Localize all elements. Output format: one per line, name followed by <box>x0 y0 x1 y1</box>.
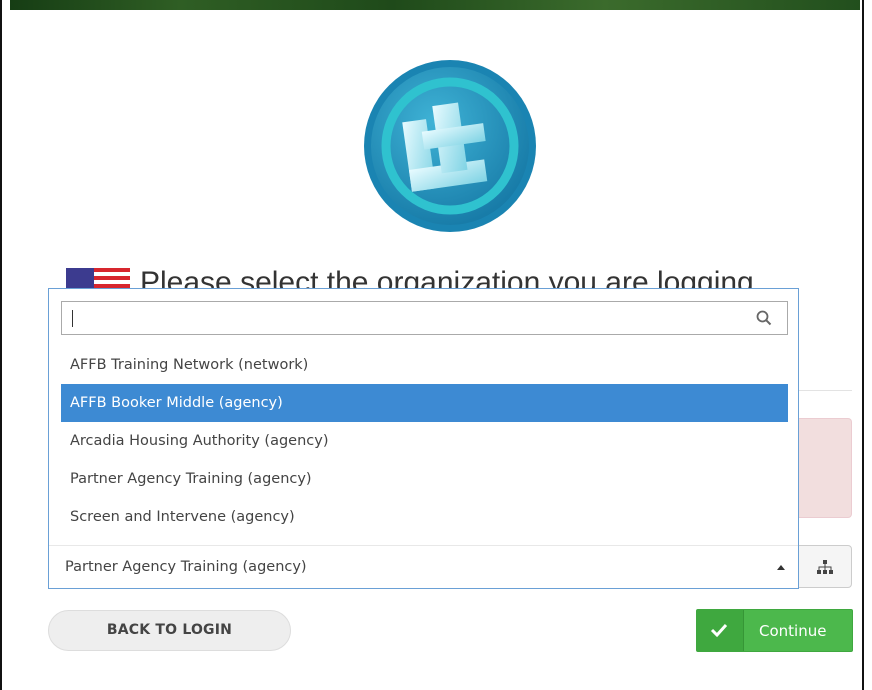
dropdown-option[interactable]: Screen and Intervene (agency) <box>61 498 788 536</box>
selected-organization: Partner Agency Training (agency) <box>65 559 307 575</box>
organization-tree-button[interactable] <box>798 545 852 588</box>
dropdown-options-list: AFFB Training Network (network) AFFB Boo… <box>61 346 788 536</box>
dropdown-option-highlighted[interactable]: AFFB Booker Middle (agency) <box>61 384 788 422</box>
dropdown-option[interactable]: Partner Agency Training (agency) <box>61 460 788 498</box>
dropdown-option[interactable]: AFFB Training Network (network) <box>61 346 788 384</box>
divider <box>798 390 852 391</box>
search-icon <box>756 310 772 326</box>
window-border-left <box>0 0 2 690</box>
alert-panel <box>798 418 852 518</box>
dropdown-search-box[interactable] <box>61 301 788 335</box>
continue-label: Continue <box>759 622 827 640</box>
text-cursor <box>72 310 73 327</box>
header-background-strip <box>10 0 860 10</box>
window-border-right <box>862 0 864 690</box>
organization-select-dropdown[interactable]: AFFB Training Network (network) AFFB Boo… <box>48 288 799 589</box>
dropdown-option[interactable]: Arcadia Housing Authority (agency) <box>61 422 788 460</box>
continue-icon-area <box>697 610 744 651</box>
back-to-login-button[interactable]: BACK TO LOGIN <box>48 610 291 651</box>
sitemap-icon <box>817 560 833 574</box>
search-input[interactable] <box>68 305 748 331</box>
check-icon <box>710 623 728 638</box>
chevron-up-icon <box>777 565 785 570</box>
organization-select-field[interactable]: Partner Agency Training (agency) <box>49 545 798 588</box>
app-logo <box>364 60 536 232</box>
continue-button[interactable]: Continue <box>696 609 853 652</box>
